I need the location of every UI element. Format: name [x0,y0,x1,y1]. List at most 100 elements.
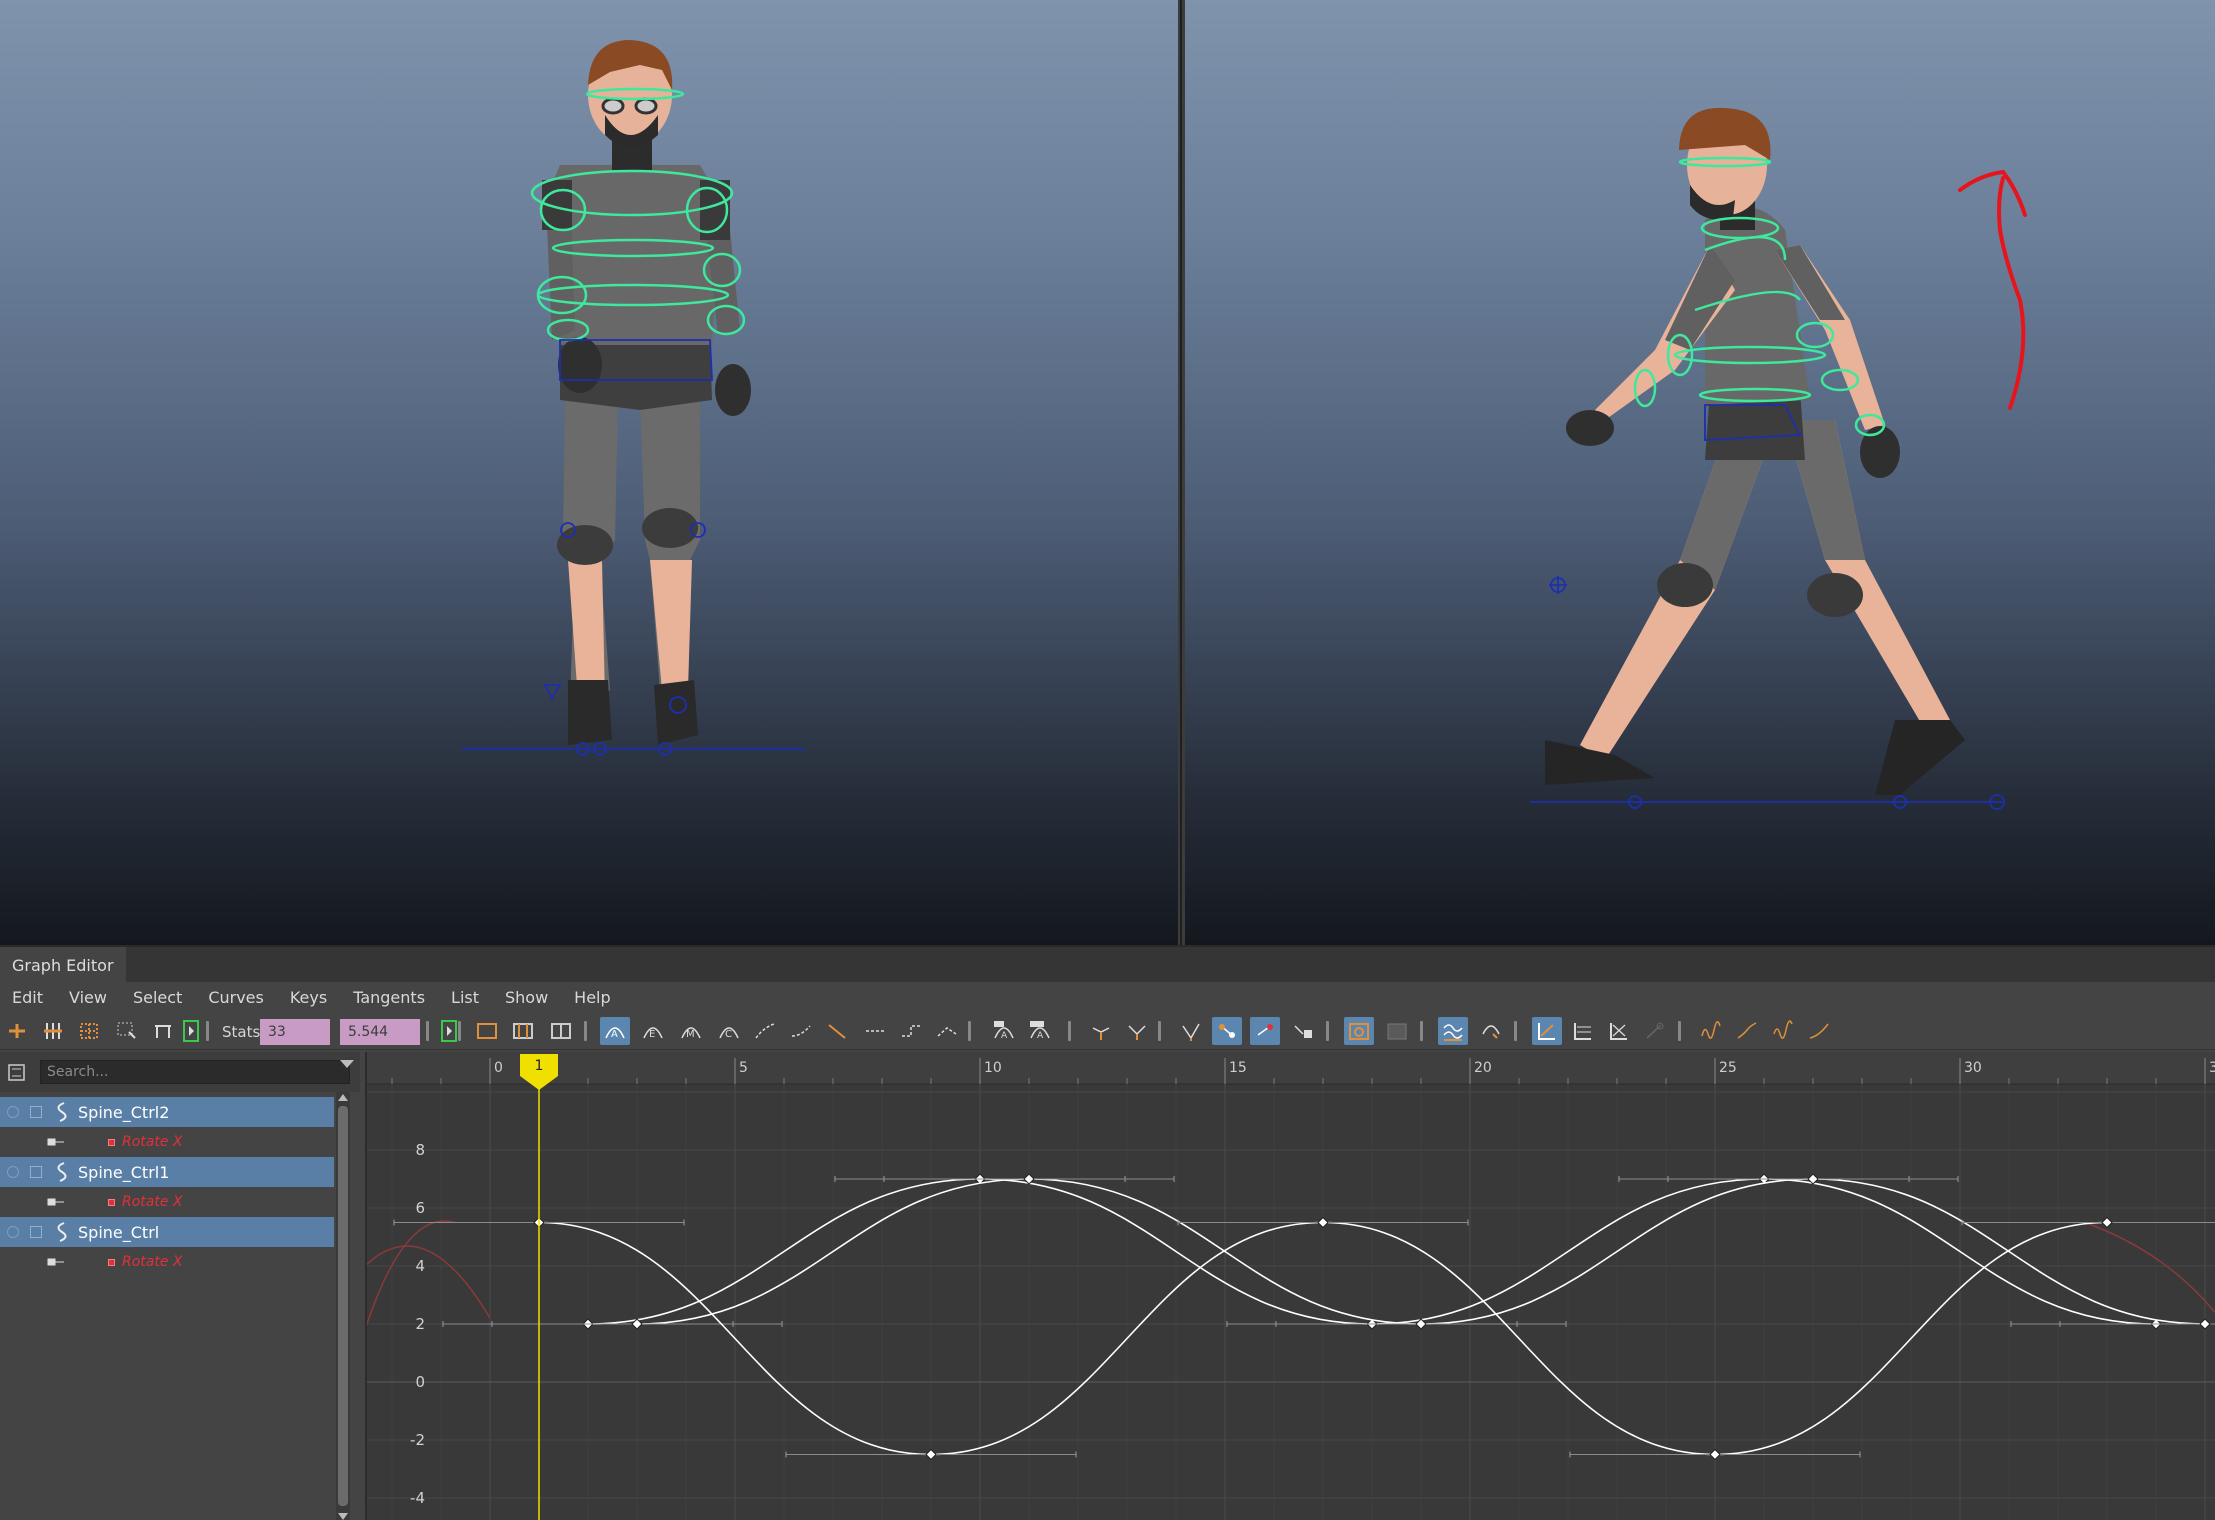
tangent-step-icon[interactable] [896,1017,926,1045]
collapse-icon[interactable] [7,1166,19,1178]
oscillate-curve-icon[interactable] [1768,1017,1798,1045]
svg-text:A: A [1037,1031,1044,1041]
stats-frame-field[interactable]: 33 [260,1019,330,1045]
move-key-icon[interactable] [2,1017,32,1045]
free-tangent-weight-icon[interactable] [1176,1017,1206,1045]
value-tick-label: -4 [410,1489,425,1507]
tangent-plateau-icon[interactable] [786,1017,816,1045]
toolbar-separator [426,1021,429,1041]
cycle-offset-icon[interactable] [1732,1017,1762,1045]
tangent-in-icon[interactable]: A [990,1017,1020,1045]
menu-edit[interactable]: Edit [12,988,43,1007]
expand-icon[interactable] [30,1106,42,1118]
outliner-node-spine-ctrl2[interactable]: Spine_Ctrl2 [0,1097,334,1127]
frame-tick-label: 10 [984,1060,1002,1076]
timeline-sync-icon[interactable] [176,1017,206,1045]
toolbar-separator [1514,1021,1517,1041]
tangent-spline-icon[interactable]: E [638,1017,668,1045]
expand-icon[interactable] [30,1166,42,1178]
search-input[interactable]: Search... [40,1060,350,1084]
toolbar-separator [1158,1021,1161,1041]
curve-display-absolute-icon[interactable] [1532,1017,1562,1045]
outliner-node-spine-ctrl[interactable]: Spine_Ctrl [0,1217,334,1247]
frame-tick-label: 30 [1964,1060,1982,1076]
svg-text:A: A [1001,1031,1008,1041]
animation-curve-graph[interactable]: 0510152025303586420-2-41 [365,1052,2215,1520]
insert-key-icon[interactable] [38,1017,68,1045]
weighted-tangents-icon[interactable] [1250,1017,1280,1045]
break-tangents-icon[interactable] [1086,1017,1116,1045]
value-tick-label: 8 [415,1141,425,1159]
animated-channel-icon [47,1138,64,1146]
auto-tangent-lock-icon[interactable] [1288,1017,1318,1045]
value-tick-label: 2 [415,1315,425,1333]
linear-infinity-icon[interactable] [1804,1017,1834,1045]
tangent-step-next-icon[interactable] [932,1017,962,1045]
frame-tick-label: 35 [2209,1060,2215,1076]
toolbar-separator [584,1021,587,1041]
scrollbar-thumb[interactable] [338,1106,348,1506]
svg-text:E: E [649,1029,655,1040]
tangent-clamped-icon[interactable]: M [676,1017,706,1045]
menu-tangents[interactable]: Tangents [353,988,425,1007]
tab-graph-editor[interactable]: Graph Editor [0,947,126,982]
node-label: Spine_Ctrl2 [78,1103,170,1122]
tangent-auto-icon[interactable]: A [600,1017,630,1045]
search-dropdown-arrow-icon[interactable] [340,1060,354,1068]
frame-playback-icon[interactable] [546,1017,576,1045]
graph-toolbar: Stats 33 5.544 A E M C A A [0,1012,2215,1050]
buffer-curve-snapshot-icon[interactable] [1344,1017,1374,1045]
svg-text:C: C [725,1029,732,1040]
filter-icon[interactable] [6,1062,28,1084]
tangent-custom-icon[interactable]: C [714,1017,744,1045]
menu-keys[interactable]: Keys [290,988,327,1007]
tangent-smooth-icon[interactable] [750,1017,780,1045]
graph-outliner: Search... Spine_Ctrl2 Rotate X Spine_Ctr… [0,1052,360,1520]
viewport-side[interactable] [1185,0,2215,945]
keyed-indicator-icon [108,1259,115,1266]
collapse-icon[interactable] [7,1226,19,1238]
viewport-front[interactable] [0,0,1178,945]
lock-tangent-weight-icon[interactable] [1212,1017,1242,1045]
stats-value-field[interactable]: 5.544 [340,1019,420,1045]
character-front-view [462,40,805,756]
tangent-linear-icon[interactable] [822,1017,852,1045]
viewport-divider[interactable] [1178,0,1185,945]
normalize-curves-icon[interactable] [1476,1017,1506,1045]
node-label: Spine_Ctrl [78,1223,160,1242]
region-tool-icon[interactable] [112,1017,142,1045]
toolbar-separator [206,1021,209,1041]
graph-view[interactable]: 0510152025303586420-2-41 [365,1052,2215,1520]
value-tick-label: 4 [415,1257,425,1275]
frame-all-icon[interactable] [472,1017,502,1045]
outliner-attr-rotate-x[interactable]: Rotate X [0,1127,334,1157]
frame-selection-icon[interactable] [508,1017,538,1045]
menu-help[interactable]: Help [574,988,610,1007]
scroll-up-icon[interactable] [338,1094,348,1101]
lattice-deform-icon[interactable] [74,1017,104,1045]
outliner-attr-rotate-x[interactable]: Rotate X [0,1247,334,1277]
pre-infinity-icon[interactable] [1640,1017,1670,1045]
collapse-icon[interactable] [7,1106,19,1118]
scroll-down-icon[interactable] [338,1513,348,1520]
menu-show[interactable]: Show [505,988,548,1007]
outliner-node-spine-ctrl1[interactable]: Spine_Ctrl1 [0,1157,334,1187]
outliner-scrollbar[interactable] [336,1092,350,1520]
retime-tool-icon[interactable] [148,1017,178,1045]
menu-curves[interactable]: Curves [208,988,264,1007]
swap-buffer-curve-icon[interactable] [1382,1017,1412,1045]
cycle-curve-icon[interactable] [1696,1017,1726,1045]
menu-list[interactable]: List [451,988,479,1007]
expand-icon[interactable] [30,1226,42,1238]
unify-tangents-icon[interactable] [1122,1017,1152,1045]
value-tick-label: 6 [415,1199,425,1217]
curve-display-normalized-icon[interactable] [1604,1017,1634,1045]
stacked-curves-icon[interactable] [1438,1017,1468,1045]
curve-display-stacked-icon[interactable] [1568,1017,1598,1045]
outliner-attr-rotate-x[interactable]: Rotate X [0,1187,334,1217]
tangent-flat-icon[interactable] [860,1017,890,1045]
frame-tick-label: 25 [1719,1060,1737,1076]
menu-view[interactable]: View [69,988,107,1007]
menu-select[interactable]: Select [133,988,182,1007]
tangent-out-icon[interactable]: A [1026,1017,1056,1045]
